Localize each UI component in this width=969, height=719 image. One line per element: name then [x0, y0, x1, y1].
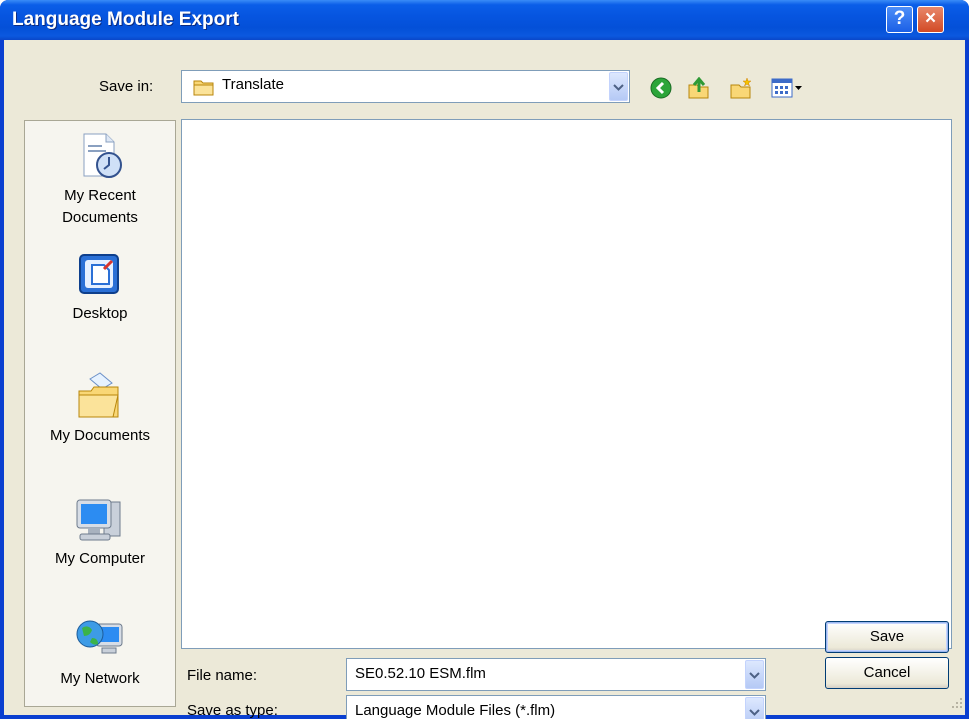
file-name-label: File name:: [187, 667, 258, 684]
save-as-type-dropdown[interactable]: Language Module Files (*.flm): [346, 695, 766, 719]
close-button[interactable]: ×: [917, 6, 944, 33]
help-button[interactable]: ?: [886, 6, 913, 33]
save-as-type-value: Language Module Files (*.flm): [355, 702, 556, 719]
place-my-recent-documents[interactable]: My Recent Documents: [25, 131, 175, 229]
title-bar[interactable]: Language Module Export ? ×: [0, 0, 969, 40]
my-network-icon: [25, 616, 175, 668]
place-label: Desktop: [72, 305, 128, 322]
save-as-type-label: Save as type:: [187, 702, 278, 719]
file-name-input[interactable]: SE0.52.10 ESM.flm: [346, 658, 766, 691]
place-desktop[interactable]: Desktop: [25, 251, 175, 325]
place-label: My Computer: [54, 550, 146, 567]
place-my-documents[interactable]: My Documents: [25, 371, 175, 447]
desktop-icon: [25, 251, 175, 303]
places-bar: My Recent Documents Desktop My Documents…: [24, 120, 176, 707]
cancel-button[interactable]: Cancel: [825, 657, 949, 689]
file-name-value: SE0.52.10 ESM.flm: [355, 665, 486, 682]
place-label: Documents: [62, 209, 138, 226]
dialog-window: Language Module Export ? × Save in: Tran…: [0, 0, 969, 719]
save-button[interactable]: Save: [825, 621, 949, 653]
file-list[interactable]: [181, 119, 952, 649]
views-menu-icon[interactable]: [771, 77, 807, 103]
chevron-down-icon[interactable]: [745, 660, 764, 689]
up-folder-icon[interactable]: [687, 76, 711, 103]
navigation-toolbar: [650, 76, 830, 103]
chevron-down-icon[interactable]: [609, 72, 628, 101]
save-in-value: Translate: [222, 76, 284, 93]
folder-icon: [193, 78, 215, 100]
place-my-computer[interactable]: My Computer: [25, 496, 175, 570]
dialog-body: Save in: Translate My Recent Documents D…: [4, 40, 965, 719]
new-folder-icon[interactable]: [730, 77, 754, 103]
place-label: My Network: [60, 670, 140, 687]
resize-grip-icon[interactable]: [951, 696, 963, 713]
chevron-down-icon[interactable]: [745, 697, 764, 719]
my-documents-icon: [25, 371, 175, 425]
window-title: Language Module Export: [12, 9, 239, 30]
save-in-dropdown[interactable]: Translate: [181, 70, 630, 103]
back-icon[interactable]: [650, 77, 672, 103]
place-label: My Recent: [64, 187, 136, 204]
recent-documents-icon: [25, 131, 175, 185]
place-label: My Documents: [49, 427, 151, 444]
save-in-label: Save in:: [99, 78, 154, 95]
my-computer-icon: [25, 496, 175, 548]
place-my-network[interactable]: My Network: [25, 616, 175, 690]
